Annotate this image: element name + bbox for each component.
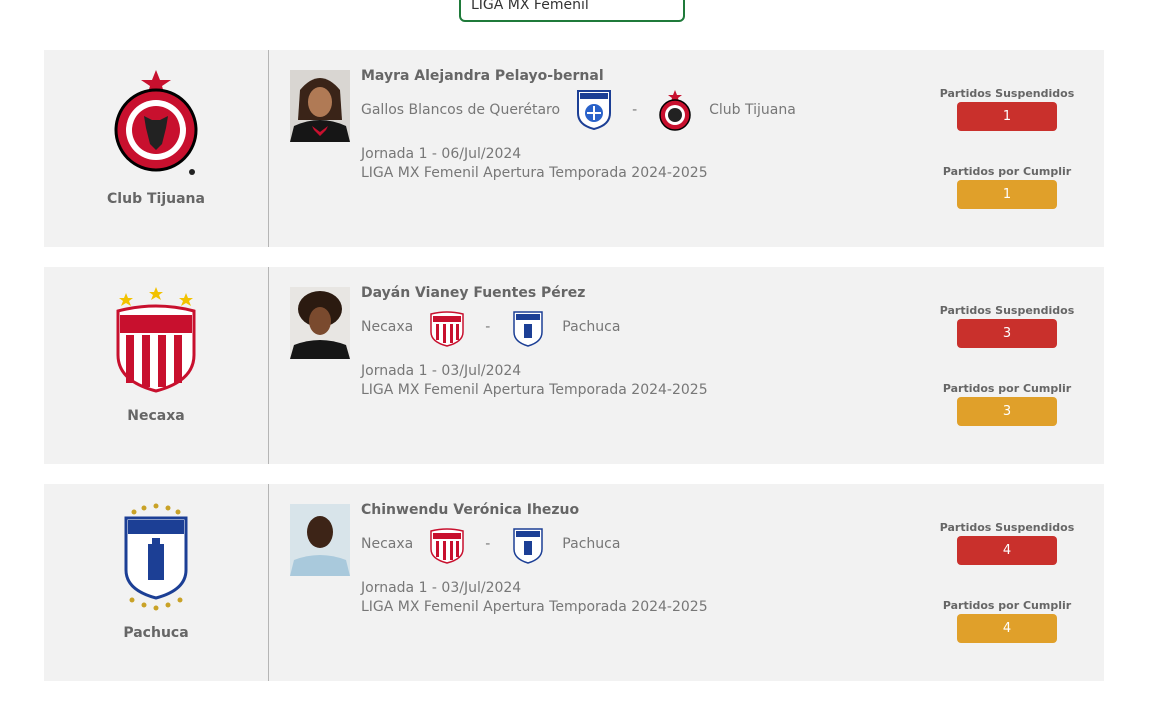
player-name: Mayra Alejandra Pelayo-bernal <box>361 68 604 84</box>
pending-count-badge: 3 <box>957 397 1057 426</box>
suspended-count-badge: 4 <box>957 536 1057 565</box>
competition-name: LIGA MX Femenil Apertura Temporada 2024-… <box>361 165 708 181</box>
team-name: Necaxa <box>127 408 185 424</box>
match-row: Necaxa - Pachuca <box>361 307 620 347</box>
player-name: Chinwendu Verónica Ihezuo <box>361 502 580 518</box>
jornada-date: Jornada 1 - 03/Jul/2024 <box>361 363 522 379</box>
match-row: Gallos Blancos de Querétaro - Club Tijua… <box>361 90 796 131</box>
pending-count-badge: 4 <box>957 614 1057 643</box>
pachuca-crest-icon <box>513 528 544 564</box>
competition-name: LIGA MX Femenil Apertura Temporada 2024-… <box>361 382 708 398</box>
suspended-count-badge: 3 <box>957 319 1057 348</box>
pending-label: Partidos por Cumplir <box>942 382 1072 395</box>
suspended-count-badge: 1 <box>957 102 1057 131</box>
jornada-date: Jornada 1 - 06/Jul/2024 <box>361 146 522 162</box>
league-select[interactable]: LIGA MX Femenil <box>459 0 685 22</box>
away-team-name: Pachuca <box>562 319 621 335</box>
team-column: Club Tijuana <box>44 50 269 247</box>
tijuana-crest-icon <box>114 70 198 175</box>
suspended-label: Partidos Suspendidos <box>939 304 1075 317</box>
necaxa-crest-icon <box>430 311 464 347</box>
team-name: Club Tijuana <box>107 191 205 207</box>
jornada-date: Jornada 1 - 03/Jul/2024 <box>361 580 522 596</box>
tijuana-crest-icon <box>659 90 691 131</box>
team-column: Necaxa <box>44 267 269 464</box>
pachuca-crest-icon <box>124 503 188 611</box>
suspended-label: Partidos Suspendidos <box>939 521 1075 534</box>
away-team-name: Pachuca <box>562 536 621 552</box>
team-column: Pachuca <box>44 484 269 681</box>
league-select-value: LIGA MX Femenil <box>471 0 589 13</box>
match-row: Necaxa - Pachuca <box>361 524 620 564</box>
competition-name: LIGA MX Femenil Apertura Temporada 2024-… <box>361 599 708 615</box>
match-separator: - <box>632 102 638 118</box>
player-photo <box>290 504 350 576</box>
home-team-name: Necaxa <box>361 536 414 552</box>
suspension-card: Club Tijuana Mayra Alejandra Pelayo-bern… <box>44 50 1104 247</box>
match-separator: - <box>485 536 491 552</box>
necaxa-crest-icon <box>430 528 464 564</box>
home-team-name: Necaxa <box>361 319 414 335</box>
player-photo <box>290 70 350 142</box>
home-team-name: Gallos Blancos de Querétaro <box>361 102 561 118</box>
pending-label: Partidos por Cumplir <box>942 165 1072 178</box>
pending-label: Partidos por Cumplir <box>942 599 1072 612</box>
pachuca-crest-icon <box>513 311 544 347</box>
suspended-label: Partidos Suspendidos <box>939 87 1075 100</box>
player-name: Dayán Vianey Fuentes Pérez <box>361 285 586 301</box>
team-name: Pachuca <box>123 625 189 641</box>
away-team-name: Club Tijuana <box>709 102 796 118</box>
pending-count-badge: 1 <box>957 180 1057 209</box>
match-separator: - <box>485 319 491 335</box>
suspension-card: Pachuca Chinwendu Verónica Ihezuo Necaxa… <box>44 484 1104 681</box>
queretaro-crest-icon <box>577 90 612 131</box>
necaxa-crest-icon <box>116 287 196 393</box>
suspension-card: Necaxa Dayán Vianey Fuentes Pérez Necaxa… <box>44 267 1104 464</box>
player-photo <box>290 287 350 359</box>
